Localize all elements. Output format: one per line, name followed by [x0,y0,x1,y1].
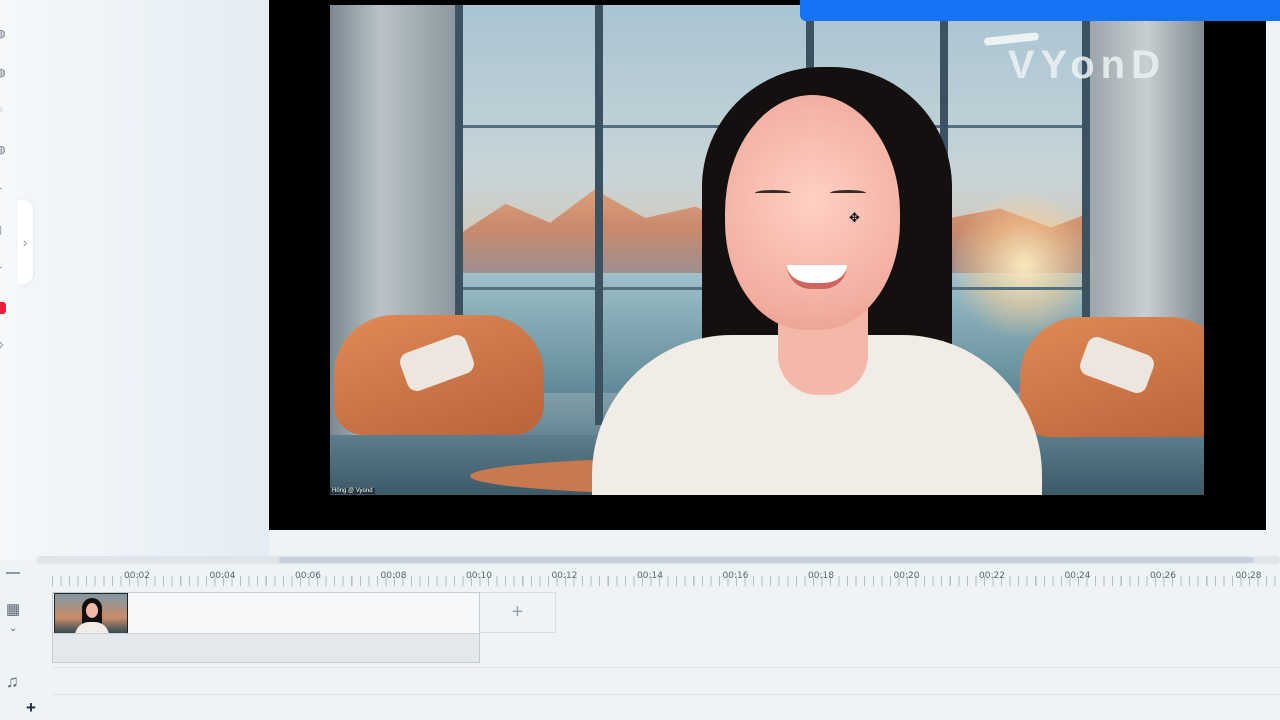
left-toolbar: ◍ ◍ ◌ ◍ ⌐ ▯ ⌐ ✧ [0,0,14,560]
tick-label: 00:04 [209,571,236,581]
plus-icon: + [511,601,524,623]
tick-label: 00:28 [1235,571,1262,581]
eye [755,190,791,196]
scene-track[interactable] [52,592,480,663]
effects-icon[interactable]: ⌐ [0,262,8,274]
tick-label: 00:22 [979,571,1005,581]
scene-track-icon[interactable]: ▦ [6,600,24,618]
scrollbar-thumb[interactable] [279,557,1254,563]
tick-label: 00:12 [551,571,578,581]
templates-icon[interactable]: ✧ [0,340,8,352]
scene-icon[interactable]: ◍ [0,28,8,40]
scene-background: VYonD Hông @ Vyond [330,5,1204,495]
chevron-down-icon[interactable]: ⌄ [9,623,17,634]
notification-bar[interactable] [800,0,1280,21]
tick-label: 00:08 [380,571,407,581]
vyond-watermark: VYonD [1007,43,1166,87]
tick-label: 00:02 [124,571,150,581]
tick-label: 00:20 [893,571,920,581]
audio-icon[interactable]: ▯ [0,224,8,236]
music-note-icon[interactable]: ♫ [6,672,19,692]
timeline-ruler[interactable]: 00:02 00:04 00:06 00:08 00:10 00:12 00:1… [52,566,1280,588]
chevron-right-icon: › [22,234,28,250]
tick-label: 00:10 [466,571,492,581]
thumb-person-face [86,603,98,618]
side-panel [14,0,269,560]
move-cursor-icon: ✥ [849,210,860,225]
add-scene-button[interactable]: + [480,592,556,633]
tick-label: 00:06 [295,571,321,581]
person-face [725,95,900,330]
mouth [787,265,847,289]
video-caption: Hông @ Vyond [330,488,375,494]
tick-label: 00:14 [637,571,663,581]
video-stage[interactable]: VYonD Hông @ Vyond [269,0,1266,530]
horizontal-scrollbar[interactable] [36,556,1280,564]
record-icon[interactable] [0,302,6,314]
character-icon[interactable]: ◍ [0,67,8,79]
audio-track[interactable] [52,667,1280,695]
text-icon[interactable]: ◍ [0,144,8,156]
ruler-ticks [52,576,1280,586]
panel-expand-button[interactable]: › [17,200,33,284]
scene-track-lower [53,633,479,662]
add-track-button[interactable]: + [26,698,36,718]
chart-icon[interactable]: ⌐ [0,183,8,195]
timeline: 00:02 00:04 00:06 00:08 00:10 00:12 00:1… [0,566,1280,720]
window-frame [595,5,603,425]
tick-label: 00:18 [808,571,834,581]
tick-label: 00:24 [1064,571,1091,581]
tick-label: 00:26 [1150,571,1176,581]
scene-thumbnail[interactable] [54,593,128,634]
prop-icon[interactable]: ◌ [0,104,8,116]
tick-label: 00:16 [722,571,749,581]
ruler-start-mark [6,572,20,574]
eye [830,190,866,196]
